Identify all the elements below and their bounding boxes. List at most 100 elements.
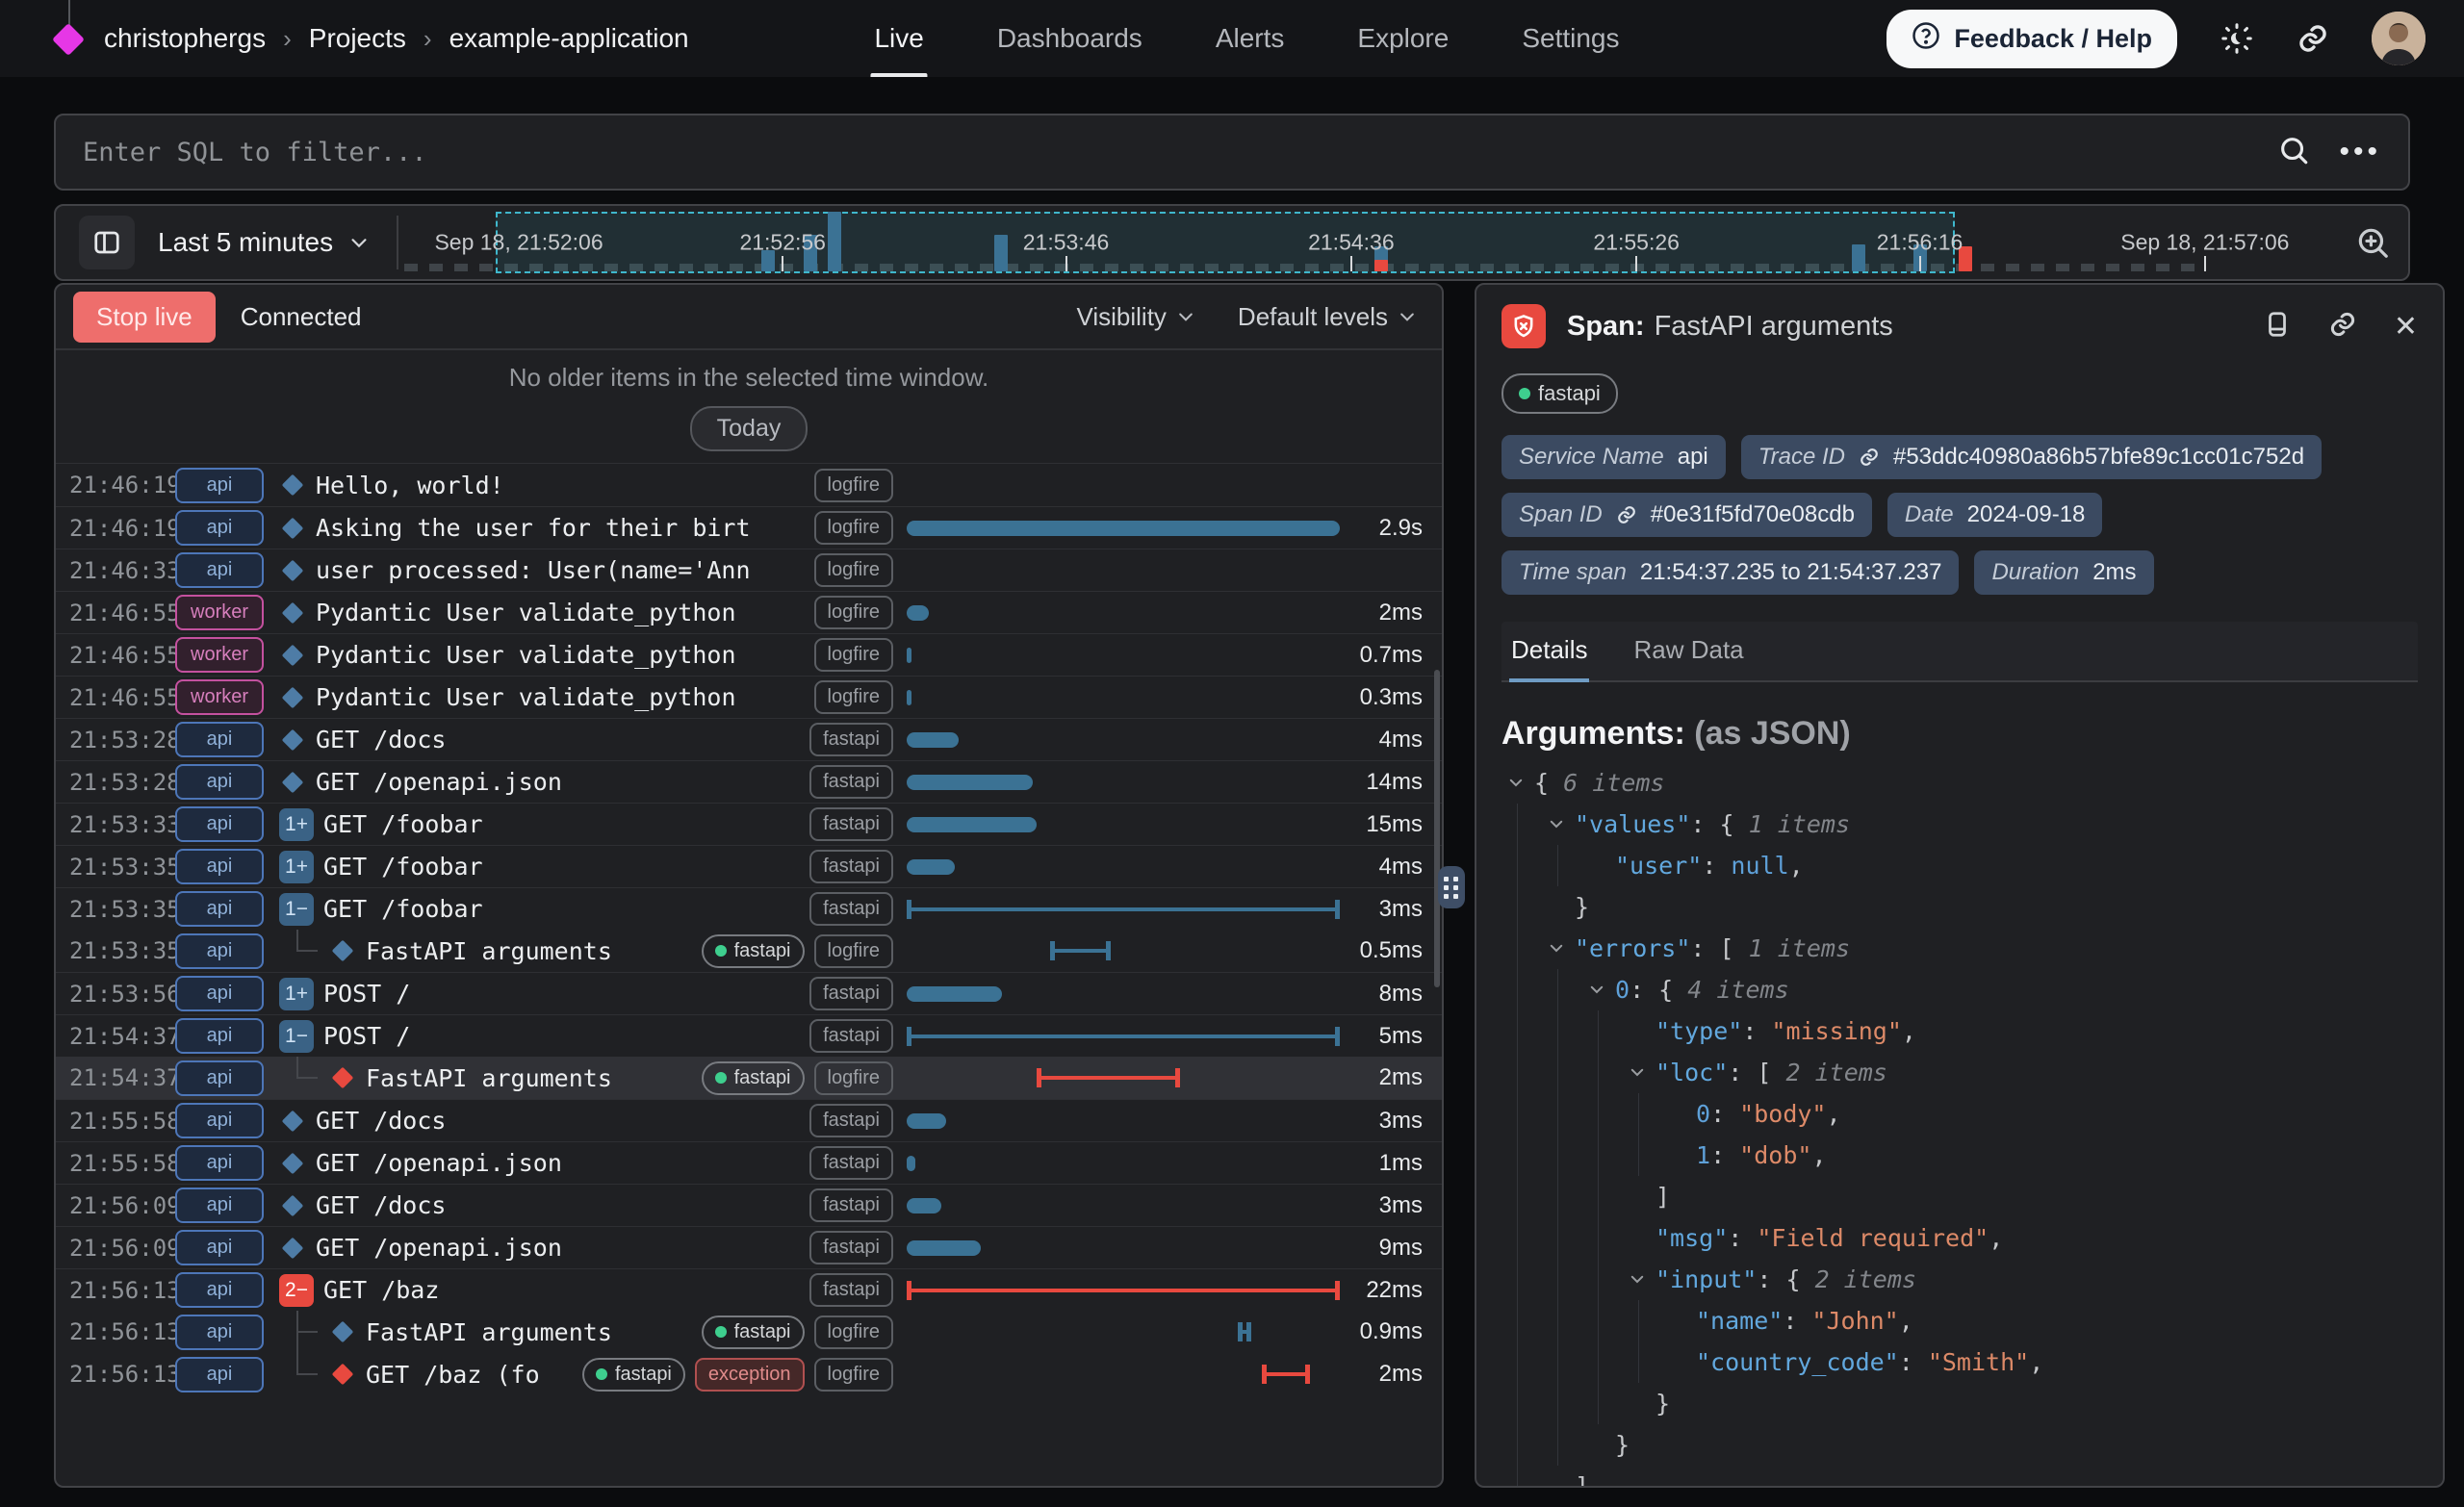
service-tag-worker[interactable]: worker [175, 637, 264, 673]
trace-row[interactable]: 21:46:55workerPydantic User validate_pyt… [56, 591, 1442, 633]
metadata-chip-trace-id[interactable]: Trace ID#53ddc40980a86b57bfe89c1cc01c752… [1741, 435, 2322, 479]
fastapi-tag: fastapi [809, 1019, 893, 1053]
expand-collapse-badge[interactable]: 1− [279, 1020, 314, 1053]
trace-row[interactable]: 21:46:55workerPydantic User validate_pyt… [56, 633, 1442, 676]
trace-row[interactable]: 21:46:19apiAsking the user for their bir… [56, 506, 1442, 549]
service-tag-api[interactable]: api [175, 1357, 264, 1392]
json-line[interactable]: "input": { 2 items [1502, 1259, 2418, 1300]
zoom-in-button[interactable] [2354, 224, 2391, 261]
metadata-chip-span-id[interactable]: Span ID#0e31f5fd70e08cdb [1502, 493, 1872, 537]
service-tag-api[interactable]: api [175, 849, 264, 884]
service-tag-api[interactable]: api [175, 552, 264, 588]
expand-collapse-badge[interactable]: 1− [279, 893, 314, 926]
row-timestamp: 21:56:13 [69, 1318, 166, 1345]
default-levels-select[interactable]: Default levels [1238, 302, 1417, 332]
detail-tab-details[interactable]: Details [1509, 622, 1589, 680]
search-icon[interactable] [2277, 134, 2310, 171]
service-tag-worker[interactable]: worker [175, 595, 264, 630]
metadata-chip-service-name[interactable]: Service Nameapi [1502, 435, 1726, 479]
panel-resize-handle[interactable] [1438, 866, 1465, 908]
trace-row[interactable]: 21:46:55workerPydantic User validate_pyt… [56, 676, 1442, 718]
more-options-icon[interactable]: ••• [2339, 136, 2381, 168]
stop-live-button[interactable]: Stop live [73, 292, 216, 343]
toggle-sidebar-button[interactable] [79, 216, 135, 269]
service-tag-api[interactable]: api [175, 1018, 264, 1054]
copy-link-icon[interactable] [2328, 310, 2357, 344]
share-link-button[interactable] [2297, 22, 2329, 55]
service-tag-api[interactable]: api [175, 1060, 264, 1096]
metadata-chip-time-span[interactable]: Time span21:54:37.235 to 21:54:37.237 [1502, 550, 1959, 595]
trace-row[interactable]: 21:54:37apiFastAPI argumentsfastapilogfi… [56, 1057, 1442, 1099]
trace-row[interactable]: 21:53:35apiFastAPI argumentsfastapilogfi… [56, 930, 1442, 972]
expand-collapse-badge[interactable]: 1+ [279, 978, 314, 1010]
tab-dashboards[interactable]: Dashboards [997, 0, 1142, 77]
service-tag-api[interactable]: api [175, 1315, 264, 1350]
today-button[interactable]: Today [690, 406, 808, 451]
json-line[interactable]: "errors": [ 1 items [1502, 928, 2418, 969]
json-line: } [1502, 886, 2418, 928]
service-tag-api[interactable]: api [175, 722, 264, 757]
service-tag-api[interactable]: api [175, 1188, 264, 1223]
trace-row[interactable]: 21:55:58apiGET /docsfastapi3ms [56, 1099, 1442, 1141]
logfire-logo-icon[interactable] [54, 16, 83, 61]
service-tag-api[interactable]: api [175, 891, 264, 927]
service-tag-api[interactable]: api [175, 976, 264, 1011]
user-avatar[interactable] [2372, 12, 2426, 65]
breadcrumb-item[interactable]: example-application [449, 23, 689, 54]
trace-row[interactable]: 21:54:37api1−POST /fastapi5ms [56, 1014, 1442, 1057]
expand-collapse-badge[interactable]: 2− [279, 1274, 314, 1307]
expand-collapse-badge[interactable]: 1+ [279, 808, 314, 841]
trace-row[interactable]: 21:53:33api1+GET /foobarfastapi15ms [56, 803, 1442, 845]
service-tag-api[interactable]: api [175, 468, 264, 503]
feedback-help-button[interactable]: Feedback / Help [1886, 10, 2177, 68]
service-tag-api[interactable]: api [175, 933, 264, 969]
scrollbar-thumb[interactable] [1434, 670, 1440, 987]
service-tag-api[interactable]: api [175, 1230, 264, 1265]
metadata-chip-date[interactable]: Date2024-09-18 [1887, 493, 2102, 537]
span-range-bar [1050, 941, 1111, 960]
trace-row[interactable]: 21:56:13api2−GET /bazfastapi22ms [56, 1268, 1442, 1311]
trace-row[interactable]: 21:53:56api1+POST /fastapi8ms [56, 972, 1442, 1014]
tab-alerts[interactable]: Alerts [1216, 0, 1285, 77]
expand-collapse-badge[interactable]: 1+ [279, 851, 314, 883]
trace-row[interactable]: 21:46:19apiHello, world!logfire [56, 464, 1442, 506]
trace-row[interactable]: 21:46:33apiuser processed: User(name='An… [56, 549, 1442, 591]
tab-explore[interactable]: Explore [1357, 0, 1449, 77]
trace-row[interactable]: 21:53:35api1−GET /foobarfastapi3ms [56, 887, 1442, 930]
trace-row[interactable]: 21:56:09apiGET /docsfastapi3ms [56, 1184, 1442, 1226]
duration-bar-zone [907, 1100, 1340, 1142]
service-tag-worker[interactable]: worker [175, 679, 264, 715]
detail-tab-raw-data[interactable]: Raw Data [1631, 622, 1745, 680]
timeline-selection[interactable] [496, 212, 1955, 273]
json-line[interactable]: 0: { 4 items [1502, 969, 2418, 1010]
trace-row[interactable]: 21:56:13apiGET /baz (fofastapiexceptionl… [56, 1353, 1442, 1395]
tab-settings[interactable]: Settings [1522, 0, 1619, 77]
trace-row[interactable]: 21:53:28apiGET /openapi.jsonfastapi14ms [56, 760, 1442, 803]
trace-row[interactable]: 21:53:28apiGET /docsfastapi4ms [56, 718, 1442, 760]
trace-row[interactable]: 21:56:13apiFastAPI argumentsfastapilogfi… [56, 1311, 1442, 1353]
service-tag-api[interactable]: api [175, 1145, 264, 1181]
sql-filter-input[interactable] [83, 138, 2277, 167]
trace-row[interactable]: 21:55:58apiGET /openapi.jsonfastapi1ms [56, 1141, 1442, 1184]
close-icon[interactable]: ✕ [2394, 310, 2418, 344]
service-tag-api[interactable]: api [175, 1103, 264, 1138]
trace-row[interactable]: 21:56:09apiGET /openapi.jsonfastapi9ms [56, 1226, 1442, 1268]
trace-row[interactable]: 21:53:35api1+GET /foobarfastapi4ms [56, 845, 1442, 887]
json-line[interactable]: "loc": [ 2 items [1502, 1052, 2418, 1093]
tab-live[interactable]: Live [874, 0, 923, 77]
theme-toggle-button[interactable] [2220, 21, 2254, 56]
metadata-chip-duration[interactable]: Duration2ms [1974, 550, 2153, 595]
breadcrumb-item[interactable]: Projects [309, 23, 406, 54]
json-line[interactable]: "values": { 1 items [1502, 804, 2418, 845]
span-diamond-icon [332, 940, 354, 962]
dock-panel-icon[interactable] [2263, 310, 2292, 344]
json-line[interactable]: { 6 items [1502, 762, 2418, 804]
timeline-histogram[interactable]: Sep 18, 21:52:0621:52:5621:53:4621:54:36… [404, 212, 2345, 273]
service-tag-api[interactable]: api [175, 1272, 264, 1308]
visibility-select[interactable]: Visibility [1076, 302, 1194, 332]
time-range-select[interactable]: Last 5 minutes [135, 227, 397, 258]
service-tag-api[interactable]: api [175, 764, 264, 800]
service-tag-api[interactable]: api [175, 510, 264, 546]
breadcrumb-item[interactable]: christophergs [104, 23, 266, 54]
service-tag-api[interactable]: api [175, 806, 264, 842]
